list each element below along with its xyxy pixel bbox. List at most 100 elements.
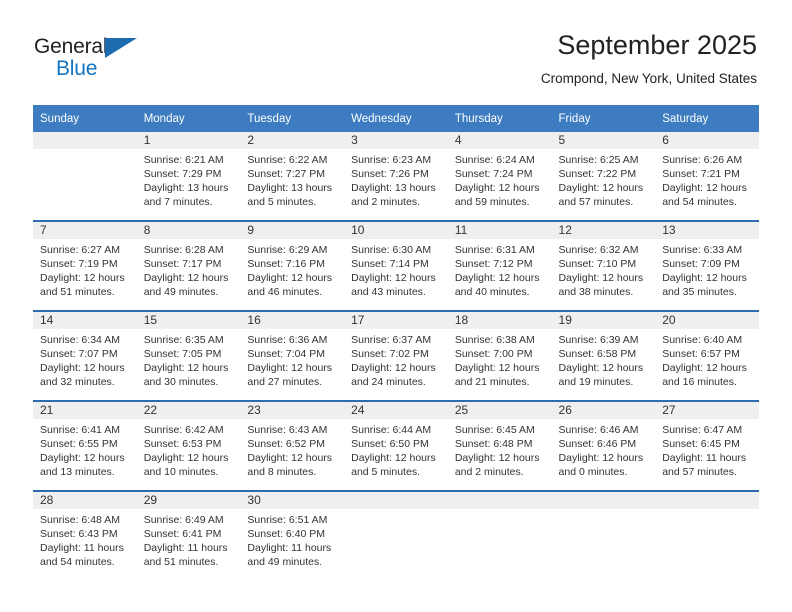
day-daylight2-text: and 30 minutes. — [143, 376, 219, 388]
day-sunrise-text: Sunrise: 6:38 AM — [454, 334, 535, 346]
calendar-day-cell[interactable]: 16 Sunrise: 6:36 AM Sunset: 7:04 PM Dayligh… — [240, 310, 345, 401]
day-daylight2-text: and 7 minutes. — [143, 196, 213, 208]
day-daylight2-text: and 51 minutes. — [143, 556, 219, 568]
day-number: 20 — [655, 312, 759, 329]
calendar-day-cell-empty — [33, 132, 137, 221]
calendar-day-cell[interactable]: 11 Sunrise: 6:31 AM Sunset: 7:12 PM Dayligh… — [447, 220, 552, 311]
logo-text-blue: Blue — [56, 57, 98, 80]
day-daylight2-text: and 5 minutes. — [247, 196, 317, 208]
calendar-day-cell[interactable]: 27 Sunrise: 6:47 AM Sunset: 6:45 PM Dayligh… — [655, 400, 759, 491]
day-details: Sunrise: 6:43 AM Sunset: 6:52 PM Daylight:… — [240, 419, 344, 479]
calendar-day-cell[interactable]: 15 Sunrise: 6:35 AM Sunset: 7:05 PM Dayligh… — [136, 310, 241, 401]
day-daylight2-text: and 27 minutes. — [247, 376, 323, 388]
day-details: Sunrise: 6:26 AM Sunset: 7:21 PM Daylight:… — [655, 149, 759, 209]
calendar-day-cell[interactable]: 22 Sunrise: 6:42 AM Sunset: 6:53 PM Dayligh… — [136, 400, 241, 491]
day-number: 12 — [551, 222, 656, 239]
day-number: 4 — [447, 132, 552, 149]
calendar-day-cell[interactable]: 28 Sunrise: 6:48 AM Sunset: 6:43 PM Dayligh… — [33, 490, 137, 580]
day-sunrise-text: Sunrise: 6:48 AM — [40, 514, 120, 526]
day-details: Sunrise: 6:47 AM Sunset: 6:45 PM Daylight:… — [655, 419, 759, 479]
day-sunrise-text: Sunrise: 6:31 AM — [454, 244, 535, 256]
calendar-day-cell[interactable]: 30 Sunrise: 6:51 AM Sunset: 6:40 PM Dayligh… — [240, 490, 345, 580]
day-number: 27 — [655, 402, 759, 419]
day-number: 23 — [240, 402, 345, 419]
day-details: Sunrise: 6:34 AM Sunset: 7:07 PM Daylight:… — [33, 329, 137, 389]
calendar-day-cell[interactable]: 24 Sunrise: 6:44 AM Sunset: 6:50 PM Dayligh… — [344, 400, 448, 491]
calendar-day-cell[interactable]: 4 Sunrise: 6:24 AM Sunset: 7:24 PM Daylight… — [447, 132, 552, 221]
day-daylight2-text: and 5 minutes. — [351, 466, 420, 478]
calendar-day-cell[interactable]: 13 Sunrise: 6:33 AM Sunset: 7:09 PM Dayligh… — [655, 220, 759, 311]
day-sunrise-text: Sunrise: 6:46 AM — [558, 424, 639, 436]
calendar-day-cell[interactable]: 18 Sunrise: 6:38 AM Sunset: 7:00 PM Dayligh… — [447, 310, 552, 401]
day-details: Sunrise: 6:27 AM Sunset: 7:19 PM Daylight:… — [33, 239, 137, 299]
weekday-header-monday: Monday — [136, 105, 241, 132]
day-details: Sunrise: 6:29 AM Sunset: 7:16 PM Daylight:… — [240, 239, 344, 299]
day-daylight2-text: and 8 minutes. — [247, 466, 317, 478]
calendar-day-cell[interactable]: 8 Sunrise: 6:28 AM Sunset: 7:17 PM Daylight… — [136, 220, 241, 311]
day-daylight2-text: and 16 minutes. — [662, 376, 737, 388]
day-daylight1-text: Daylight: 13 hours — [247, 182, 333, 194]
day-daylight2-text: and 57 minutes. — [662, 466, 737, 478]
day-details: Sunrise: 6:30 AM Sunset: 7:14 PM Daylight:… — [344, 239, 448, 299]
day-details: Sunrise: 6:45 AM Sunset: 6:48 PM Daylight:… — [448, 419, 552, 479]
calendar-day-cell[interactable]: 5 Sunrise: 6:25 AM Sunset: 7:22 PM Daylight… — [551, 132, 656, 221]
day-details: Sunrise: 6:24 AM Sunset: 7:24 PM Daylight:… — [448, 149, 552, 209]
day-sunset-text: Sunset: 7:17 PM — [143, 258, 222, 270]
calendar-day-cell[interactable]: 10 Sunrise: 6:30 AM Sunset: 7:14 PM Dayligh… — [344, 220, 448, 311]
day-details: Sunrise: 6:28 AM Sunset: 7:17 PM Daylight:… — [137, 239, 241, 299]
day-details: Sunrise: 6:41 AM Sunset: 6:55 PM Daylight:… — [33, 419, 137, 479]
day-sunset-text: Sunset: 7:26 PM — [351, 168, 429, 180]
day-daylight1-text: Daylight: 12 hours — [662, 362, 747, 374]
calendar-day-cell[interactable]: 6 Sunrise: 6:26 AM Sunset: 7:21 PM Daylight… — [655, 132, 759, 221]
day-number — [551, 492, 656, 509]
day-sunrise-text: Sunrise: 6:25 AM — [558, 154, 639, 166]
day-sunrise-text: Sunrise: 6:24 AM — [454, 154, 535, 166]
general-blue-logo[interactable]: General Blue — [34, 34, 164, 84]
day-sunrise-text: Sunrise: 6:22 AM — [247, 154, 328, 166]
calendar-day-cell[interactable]: 14 Sunrise: 6:34 AM Sunset: 7:07 PM Dayligh… — [33, 310, 137, 401]
day-daylight1-text: Daylight: 12 hours — [351, 272, 436, 284]
calendar-table: Sunday Monday Tuesday Wednesday Thursday… — [33, 105, 759, 580]
calendar-day-cell[interactable]: 17 Sunrise: 6:37 AM Sunset: 7:02 PM Dayligh… — [344, 310, 448, 401]
day-daylight1-text: Daylight: 12 hours — [247, 362, 333, 374]
day-daylight2-text: and 49 minutes. — [247, 556, 323, 568]
day-daylight2-text: and 2 minutes. — [351, 196, 420, 208]
day-daylight1-text: Daylight: 13 hours — [143, 182, 229, 194]
calendar-day-cell[interactable]: 3 Sunrise: 6:23 AM Sunset: 7:26 PM Daylight… — [344, 132, 448, 221]
day-number: 7 — [33, 222, 137, 239]
calendar-day-cell[interactable]: 19 Sunrise: 6:39 AM Sunset: 6:58 PM Dayligh… — [551, 310, 656, 401]
calendar-day-cell[interactable]: 2 Sunrise: 6:22 AM Sunset: 7:27 PM Daylight… — [240, 132, 345, 221]
calendar-day-cell[interactable]: 9 Sunrise: 6:29 AM Sunset: 7:16 PM Daylight… — [240, 220, 345, 311]
day-sunrise-text: Sunrise: 6:34 AM — [40, 334, 120, 346]
day-sunrise-text: Sunrise: 6:30 AM — [351, 244, 432, 256]
calendar-day-cell[interactable]: 7 Sunrise: 6:27 AM Sunset: 7:19 PM Daylight… — [33, 220, 137, 311]
day-daylight2-text: and 24 minutes. — [351, 376, 426, 388]
day-sunset-text: Sunset: 7:09 PM — [662, 258, 740, 270]
day-sunset-text: Sunset: 7:04 PM — [247, 348, 326, 360]
calendar-day-cell[interactable]: 12 Sunrise: 6:32 AM Sunset: 7:10 PM Dayligh… — [551, 220, 656, 311]
day-sunset-text: Sunset: 7:27 PM — [247, 168, 326, 180]
day-daylight1-text: Daylight: 12 hours — [143, 362, 229, 374]
day-number: 25 — [447, 402, 552, 419]
calendar-day-cell[interactable]: 25 Sunrise: 6:45 AM Sunset: 6:48 PM Dayligh… — [447, 400, 552, 491]
day-sunrise-text: Sunrise: 6:32 AM — [558, 244, 639, 256]
calendar-day-cell[interactable]: 26 Sunrise: 6:46 AM Sunset: 6:46 PM Dayligh… — [551, 400, 656, 491]
day-sunset-text: Sunset: 6:40 PM — [247, 528, 326, 540]
day-details: Sunrise: 6:39 AM Sunset: 6:58 PM Daylight:… — [552, 329, 656, 389]
calendar-day-cell[interactable]: 21 Sunrise: 6:41 AM Sunset: 6:55 PM Dayligh… — [33, 400, 137, 491]
day-daylight1-text: Daylight: 12 hours — [662, 272, 747, 284]
day-daylight1-text: Daylight: 11 hours — [40, 542, 124, 554]
calendar-day-cell-empty — [551, 490, 656, 580]
day-number — [655, 492, 759, 509]
day-details: Sunrise: 6:49 AM Sunset: 6:41 PM Daylight:… — [137, 509, 241, 569]
calendar-day-cell[interactable]: 1 Sunrise: 6:21 AM Sunset: 7:29 PM Daylight… — [136, 132, 241, 221]
day-sunrise-text: Sunrise: 6:40 AM — [662, 334, 743, 346]
calendar-day-cell[interactable]: 20 Sunrise: 6:40 AM Sunset: 6:57 PM Dayligh… — [655, 310, 759, 401]
weekday-header-saturday: Saturday — [655, 105, 759, 132]
day-daylight1-text: Daylight: 12 hours — [351, 452, 436, 464]
calendar-day-cell[interactable]: 23 Sunrise: 6:43 AM Sunset: 6:52 PM Dayligh… — [240, 400, 345, 491]
day-number: 22 — [136, 402, 241, 419]
calendar-day-cell[interactable]: 29 Sunrise: 6:49 AM Sunset: 6:41 PM Dayligh… — [136, 490, 241, 580]
day-daylight1-text: Daylight: 12 hours — [558, 182, 644, 194]
day-sunset-text: Sunset: 6:58 PM — [558, 348, 637, 360]
